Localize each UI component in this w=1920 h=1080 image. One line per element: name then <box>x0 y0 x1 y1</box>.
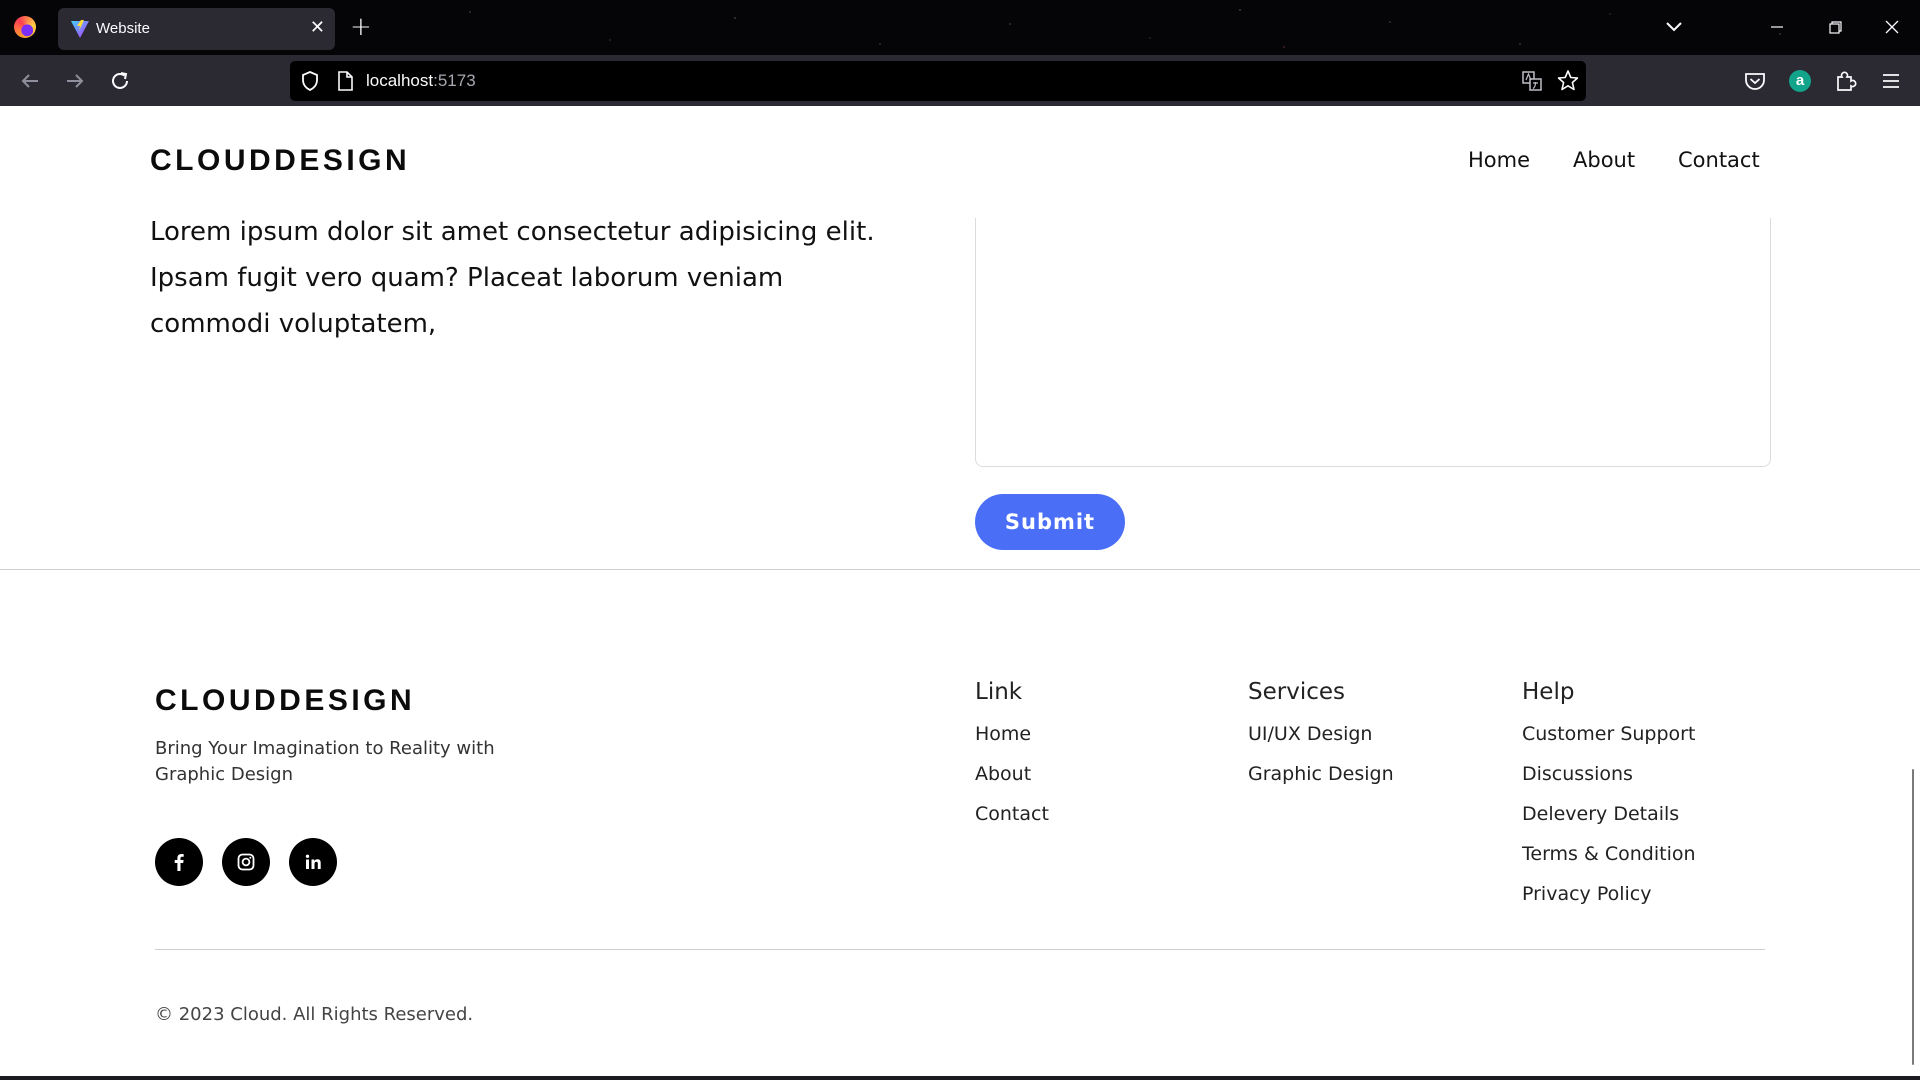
nav-link-contact[interactable]: Contact <box>1678 148 1760 172</box>
minimize-icon[interactable] <box>1762 12 1792 42</box>
nav-link-home[interactable]: Home <box>1468 148 1530 172</box>
close-window-icon[interactable] <box>1877 12 1907 42</box>
translate-icon[interactable] <box>1520 69 1544 93</box>
web-page: CLOUDDESIGN Home About Contact Lorem ips… <box>0 106 1920 1080</box>
footer-link-customer-support[interactable]: Customer Support <box>1522 723 1695 745</box>
window-bottom-edge <box>0 1076 1920 1080</box>
tab-title: Website <box>96 20 150 37</box>
nav-link-about[interactable]: About <box>1573 148 1635 172</box>
copyright-text: © 2023 Cloud. All Rights Reserved. <box>155 1004 474 1025</box>
footer-link-delivery-details[interactable]: Delevery Details <box>1522 803 1679 825</box>
footer-link-privacy-policy[interactable]: Privacy Policy <box>1522 883 1651 905</box>
browser-tab-strip: Website ✕ + <box>0 0 1920 55</box>
footer-col-title-services: Services <box>1248 679 1345 705</box>
forward-icon[interactable] <box>62 68 88 94</box>
instagram-button[interactable] <box>222 838 270 886</box>
new-tab-icon[interactable]: + <box>350 12 372 42</box>
linkedin-icon <box>305 854 321 869</box>
reload-icon[interactable] <box>107 68 133 94</box>
linkedin-button[interactable] <box>289 838 337 886</box>
contact-intro-text: Lorem ipsum dolor sit amet consectetur a… <box>150 217 875 339</box>
footer-link-uiux-design[interactable]: UI/UX Design <box>1248 723 1372 745</box>
instagram-icon <box>237 853 255 871</box>
extensions-puzzle-icon[interactable] <box>1833 68 1859 94</box>
scrollbar-thumb[interactable] <box>1912 769 1914 1065</box>
footer-link-home[interactable]: Home <box>975 723 1031 745</box>
section-divider <box>0 569 1920 570</box>
facebook-button[interactable] <box>155 838 203 886</box>
footer-link-discussions[interactable]: Discussions <box>1522 763 1633 785</box>
back-icon[interactable] <box>17 68 43 94</box>
firefox-logo-icon[interactable] <box>14 16 36 38</box>
footer-col-title-link: Link <box>975 679 1023 705</box>
tab-list-chevron-icon[interactable] <box>1662 12 1686 42</box>
browser-tab-active[interactable]: Website ✕ <box>58 8 335 50</box>
url-text[interactable]: localhost:5173 <box>366 71 476 91</box>
submit-button[interactable]: Submit <box>975 494 1125 550</box>
site-logo[interactable]: CLOUDDESIGN <box>150 144 410 178</box>
page-info-icon[interactable] <box>334 69 356 93</box>
footer-logo[interactable]: CLOUDDESIGN <box>155 684 415 718</box>
pocket-icon[interactable] <box>1742 68 1768 94</box>
footer-link-graphic-design[interactable]: Graphic Design <box>1248 763 1394 785</box>
footer-col-title-help: Help <box>1522 679 1575 705</box>
tab-close-icon[interactable]: ✕ <box>310 17 325 39</box>
extension-a-icon[interactable]: a <box>1789 70 1811 92</box>
app-menu-icon[interactable] <box>1878 68 1904 94</box>
footer-divider <box>155 949 1765 950</box>
footer-link-about[interactable]: About <box>975 763 1031 785</box>
facebook-icon <box>174 854 184 871</box>
site-header: CLOUDDESIGN Home About Contact <box>0 106 1920 218</box>
footer-tagline: Bring Your Imagination to Reality with G… <box>155 738 495 785</box>
vite-favicon-icon <box>71 20 89 38</box>
footer-link-terms[interactable]: Terms & Condition <box>1522 843 1696 865</box>
restore-icon[interactable] <box>1820 12 1850 42</box>
url-bar[interactable]: localhost:5173 <box>290 61 1586 101</box>
message-textarea[interactable] <box>975 186 1771 467</box>
bookmark-star-icon[interactable] <box>1555 68 1581 94</box>
footer-link-contact[interactable]: Contact <box>975 803 1049 825</box>
shield-icon[interactable] <box>298 69 322 93</box>
